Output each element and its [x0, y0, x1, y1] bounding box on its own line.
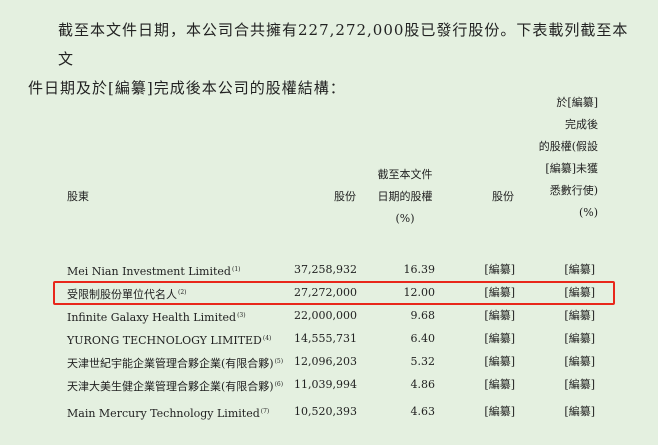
footnote-ref: (7) — [260, 408, 270, 415]
header-pct-after-line: 於[編纂] — [556, 96, 598, 109]
header-pct-after-line: 完成後 — [565, 118, 598, 131]
shares-cell: 22,000,000 — [294, 309, 357, 322]
shareholder-name: YURONG TECHNOLOGY LIMITED(4) — [67, 328, 271, 352]
table-row: 天津世紀宇能企業管理合夥企業(有限合夥)(5) 12,096,203 5.32 … — [0, 351, 658, 373]
shares-after-cell: [編纂] — [484, 378, 515, 391]
shares-after-cell: [編纂] — [484, 309, 515, 322]
shareholder-name: 天津世紀宇能企業管理合夥企業(有限合夥)(5) — [67, 351, 283, 375]
pct-after-cell: [編纂] — [564, 405, 595, 418]
footnote-ref: (4) — [262, 335, 272, 342]
table-row: YURONG TECHNOLOGY LIMITED(4) 14,555,731 … — [0, 328, 658, 350]
table-row: 天津大美生健企業管理合夥企業(有限合夥)(6) 11,039,994 4.86 … — [0, 374, 658, 396]
table-row: Mei Nian Investment Limited(1) 37,258,93… — [0, 259, 658, 281]
shareholder-name-text: YURONG TECHNOLOGY LIMITED — [67, 334, 262, 347]
header-shares-after-label: 股份 — [492, 190, 514, 203]
shareholder-name: Main Mercury Technology Limited(7) — [67, 401, 269, 425]
shareholder-name: Mei Nian Investment Limited(1) — [67, 259, 240, 283]
header-pct-now-line: 日期的股權 — [377, 190, 433, 203]
pct-cell: 6.40 — [410, 332, 436, 345]
shares-cell: 10,520,393 — [294, 405, 357, 418]
footnote-ref: (1) — [231, 266, 241, 273]
shares-after-cell: [編纂] — [484, 405, 515, 418]
header-pct-after-unit: (%) — [578, 206, 598, 219]
header-shareholder: 股東 — [67, 186, 89, 208]
header-shares: 股份 — [300, 186, 356, 208]
header-shares-label: 股份 — [334, 190, 356, 203]
intro-line-1: 截至本文件日期，本公司合共擁有227,272,000股已發行股份。下表載列截至本… — [58, 21, 629, 68]
shareholder-name-text: 天津世紀宇能企業管理合夥企業(有限合夥) — [67, 357, 274, 370]
header-pct-after-line: 悉數行使) — [549, 184, 598, 197]
pct-after-cell: [編纂] — [564, 378, 595, 391]
pct-cell: 9.68 — [410, 309, 436, 322]
header-shareholder-label: 股東 — [67, 190, 89, 203]
header-pct-now: 截至本文件 日期的股權 (%) — [370, 164, 440, 230]
shares-cell: 37,258,932 — [294, 263, 357, 276]
shareholder-name-text: Infinite Galaxy Health Limited — [67, 311, 237, 324]
shares-cell: 11,039,994 — [294, 378, 357, 391]
shareholder-name: Infinite Galaxy Health Limited(3) — [67, 305, 246, 329]
intro-paragraph: 截至本文件日期，本公司合共擁有227,272,000股已發行股份。下表載列截至本… — [28, 16, 638, 103]
header-shares-after: 股份 — [470, 186, 514, 208]
pct-cell: 16.39 — [403, 263, 436, 276]
pct-after-cell: [編纂] — [564, 309, 595, 322]
pct-cell: 4.86 — [410, 378, 436, 391]
table-row: Infinite Galaxy Health Limited(3) 22,000… — [0, 305, 658, 327]
highlight-box — [53, 281, 615, 305]
shares-after-cell: [編纂] — [484, 355, 515, 368]
shares-cell: 12,096,203 — [294, 355, 357, 368]
shares-after-cell: [編纂] — [484, 263, 515, 276]
shareholder-name: 天津大美生健企業管理合夥企業(有限合夥)(6) — [67, 374, 283, 398]
shares-cell: 14,555,731 — [294, 332, 357, 345]
header-pct-after-line: 的股權(假設 — [538, 140, 598, 153]
shares-after-cell: [編纂] — [484, 332, 515, 345]
pct-after-cell: [編纂] — [564, 332, 595, 345]
pct-cell: 4.63 — [410, 405, 436, 418]
header-pct-now-unit: (%) — [395, 212, 415, 225]
header-pct-after: 於[編纂] 完成後 的股權(假設 [編纂]未獲 悉數行使) (%) — [528, 92, 598, 224]
shareholder-name-text: Main Mercury Technology Limited — [67, 407, 260, 420]
footnote-ref: (5) — [274, 358, 284, 365]
header-pct-now-line: 截至本文件 — [377, 168, 433, 181]
footnote-ref: (6) — [274, 381, 284, 388]
shareholder-name-text: 天津大美生健企業管理合夥企業(有限合夥) — [67, 380, 274, 393]
pct-cell: 5.32 — [410, 355, 436, 368]
shareholder-name-text: Mei Nian Investment Limited — [67, 265, 231, 278]
footnote-ref: (3) — [237, 312, 246, 319]
table-row: Main Mercury Technology Limited(7) 10,52… — [0, 401, 658, 423]
header-pct-after-line: [編纂]未獲 — [545, 162, 598, 175]
pct-after-cell: [編纂] — [564, 355, 595, 368]
pct-after-cell: [編纂] — [564, 263, 595, 276]
